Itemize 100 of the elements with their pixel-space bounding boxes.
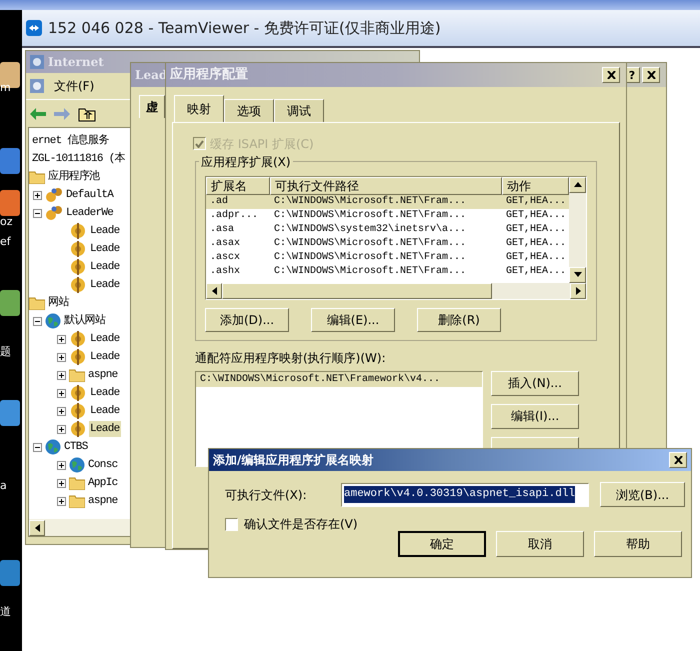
expand-icon[interactable] [57,370,66,380]
browse-button[interactable]: 浏览(B)... [600,482,685,507]
tree-item[interactable]: Leade [89,222,121,240]
tree-item[interactable]: Leade [89,348,121,366]
expand-icon[interactable] [57,496,66,506]
desktop-icon-label: oz [0,216,13,227]
tree-item[interactable]: Leade [89,384,121,402]
expand-icon[interactable] [57,388,66,398]
gears-icon [45,205,63,221]
tree-item[interactable]: CTBS [63,438,89,456]
list-cell-text: GET,HEA... [505,222,568,237]
list-cell-text: .asax [209,236,242,251]
expand-icon[interactable] [57,334,66,344]
tree-item[interactable]: LeaderWe [65,204,114,222]
desktop-icon-label: 道 [0,606,11,617]
dialog-button[interactable]: 确定 [398,531,486,557]
tree-item[interactable]: Leade [89,276,121,294]
checkbox[interactable] [225,518,238,530]
tree-item[interactable]: Leade [89,330,121,348]
globe-icon [69,457,85,473]
horizontal-scrollbar[interactable] [29,519,130,536]
gears-icon [45,187,63,203]
dialog-button[interactable]: 添加(D)... [205,308,289,332]
field-label: 可执行文件(X): [225,486,308,504]
tree-item[interactable]: Leade [89,258,121,276]
gear-icon [69,403,87,419]
window-title: Internet [48,54,104,71]
dialog-button[interactable]: 编辑(I)... [491,404,579,429]
tree-item[interactable]: DefaultA [65,186,114,204]
dialog-button[interactable]: 编辑(E)... [311,308,395,332]
down-arrow-icon [574,272,582,278]
close-button[interactable] [642,67,660,83]
tree-item[interactable]: Consc [87,456,119,474]
list-cell-text: .asa [209,222,236,237]
tree-item[interactable]: Leade [89,240,121,258]
up-arrow-icon [574,182,582,188]
collapse-icon[interactable] [33,208,42,218]
gear-icon [69,259,87,275]
tab[interactable]: 映射 [174,94,224,122]
list-cell-text: .ashx [209,264,242,279]
list-cell-text: C:\WINDOWS\Microsoft.NET\Fram... [273,250,468,265]
tab[interactable]: 选项 [224,98,274,122]
list-cell-text: C:\WINDOWS\system32\inetsrv\a... [273,222,468,237]
expand-icon[interactable] [57,352,66,362]
tree-item[interactable]: ZGL-10111816 (本 [31,150,126,168]
tree-item[interactable]: ernet 信息服务 [31,132,110,150]
dialog-button[interactable]: 删除(R) [417,308,501,332]
folder-icon [29,296,45,310]
app-icon [30,55,44,69]
gear-icon [69,349,87,365]
expand-icon[interactable] [57,406,66,416]
dialog-button[interactable]: 帮助 [594,531,682,557]
list-cell-text: GET,HEA... [505,236,568,251]
list-row[interactable]: .ad C:\WINDOWS\Microsoft.NET\Fram... GET,HEA... [206,194,569,209]
list-cell-text: GET,HEA... [505,194,568,209]
tree-item[interactable]: 网站 [47,294,70,312]
left-arrow-icon [212,286,216,295]
horizontal-scrollbar[interactable] [206,282,586,299]
expand-icon[interactable] [57,424,66,434]
expand-icon[interactable] [57,460,66,470]
menu-item[interactable]: 文件(F) [50,77,98,95]
check-icon [195,140,204,148]
list-item[interactable]: C:\WINDOWS\Microsoft.NET\Framework\v4... [196,372,482,387]
expand-icon[interactable] [33,190,42,200]
tree-item[interactable]: AppIc [87,474,119,492]
app-icon [26,20,42,36]
dialog-button[interactable]: 取消 [496,531,584,557]
list-cell-text: GET,HEA... [505,264,568,279]
collapse-icon[interactable] [33,442,42,452]
gear-icon [69,331,87,347]
expand-icon[interactable] [57,478,66,488]
column-header[interactable]: 扩展名 [206,176,270,195]
tab[interactable]: 调试 [274,98,324,122]
list-cell-text: GET,HEA... [505,208,568,223]
vertical-scrollbar[interactable] [569,176,586,283]
close-icon [606,70,616,79]
tree-item[interactable]: aspne [87,366,119,384]
collapse-icon[interactable] [33,316,42,326]
gear-icon [69,241,87,257]
column-header[interactable]: 动作 [502,176,569,195]
input-field[interactable]: amework\v4.0.30319\aspnet_isapi.dll [341,482,589,506]
column-header[interactable]: 可执行文件路径 [270,176,502,195]
left-arrow-icon [34,524,40,532]
list-cell-text: C:\WINDOWS\Microsoft.NET\Fram... [273,208,468,223]
tree-item[interactable]: aspne [87,492,119,510]
window-title: 添加/编辑应用程序扩展名映射 [213,452,374,469]
close-icon [646,71,656,79]
tree-item[interactable]: Leade [89,420,121,438]
tree-item[interactable]: 默认网站 [63,312,106,330]
list-cell-text: .ad [209,194,230,209]
close-button[interactable] [602,66,620,83]
back-arrow-icon[interactable] [30,108,46,120]
dialog-button[interactable]: 插入(N)... [491,370,579,396]
window-title: 应用程序配置 [170,66,248,84]
folder-up-icon[interactable] [78,106,96,122]
close-button[interactable] [669,452,687,468]
globe-icon [45,439,61,455]
folder-icon [69,494,85,508]
tree-item[interactable]: Leade [89,402,121,420]
tree-item[interactable]: 应用程序池 [47,168,101,186]
